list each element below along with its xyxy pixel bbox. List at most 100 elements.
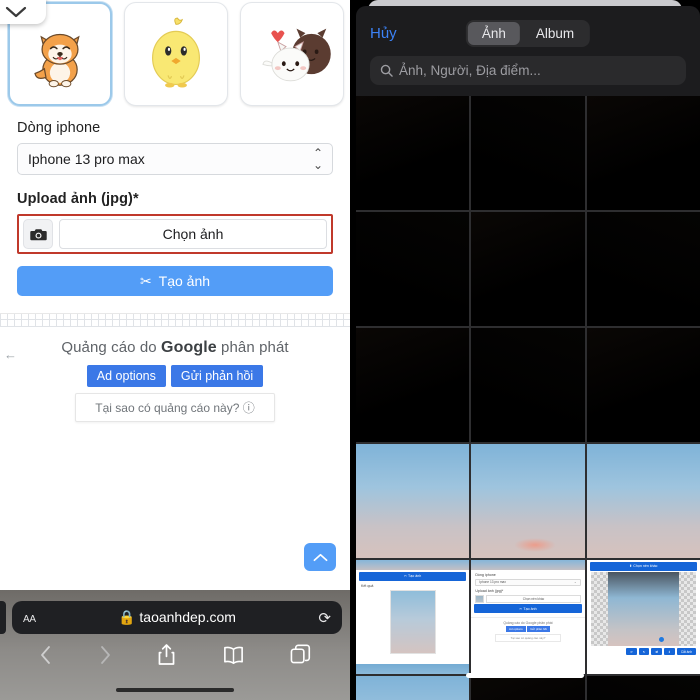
scissors-icon: ✂ (139, 272, 152, 289)
home-indicator-right (466, 673, 584, 678)
cancel-button[interactable]: Hủy (370, 25, 397, 42)
ad-pattern-strip (0, 314, 350, 327)
photo-thumbnail[interactable] (471, 212, 585, 326)
chevron-up-icon (313, 553, 327, 561)
tabs-icon[interactable] (290, 644, 311, 665)
ad-button-row: Ad options Gửi phản hồi (0, 365, 350, 387)
camera-icon (29, 228, 47, 240)
ios-photo-picker-panel: Hủy Ảnh Album Ảnh, Người, Địa điểm... ✂ … (350, 0, 700, 700)
phone-model-value: Iphone 13 pro max (28, 151, 145, 167)
photo-thumbnail-sky[interactable] (586, 444, 700, 558)
thumb-editor-toolbar: ↺ ↻ ⇄ ⇕ Cắt ảnh (591, 648, 696, 655)
photo-thumbnail[interactable] (356, 328, 470, 442)
thumb-upload-row: Chọn nền khác (475, 594, 581, 603)
thumb-editor-canvas (590, 572, 696, 646)
url-bar-row: AA 🔒 taoanhdep.com ⟳ (0, 590, 350, 634)
forward-chevron-icon[interactable] (98, 644, 112, 666)
segment-photos[interactable]: Ảnh (467, 21, 520, 45)
screenshot-root: Dòng iphone Iphone 13 pro max ⌃ ⌄ Upload … (0, 0, 700, 700)
address-bar[interactable]: AA 🔒 taoanhdep.com ⟳ (12, 601, 342, 634)
thumb-ad-block: Quảng cáo do Google phân phát Ad options… (471, 617, 585, 642)
photo-thumbnail[interactable] (586, 96, 700, 210)
upload-row-highlight: Chọn ảnh (17, 214, 333, 254)
ad-title-suffix: phân phát (221, 339, 289, 356)
thumb-editor-photo (607, 572, 680, 646)
ad-feedback-button[interactable]: Gửi phản hồi (170, 365, 264, 387)
url-label: taoanhdep.com (139, 609, 236, 625)
camera-button[interactable] (23, 219, 53, 249)
share-icon[interactable] (157, 643, 176, 666)
thumb-undo-button: ↺ (626, 648, 637, 655)
collapse-dropdown-button[interactable] (0, 0, 46, 24)
create-image-button[interactable]: ✂ Tạo ảnh (17, 266, 333, 296)
reload-icon[interactable]: ⟳ (318, 609, 331, 627)
photo-thumbnail[interactable] (586, 676, 700, 700)
choose-file-button[interactable]: Chọn ảnh (59, 219, 327, 249)
thumb-result-label: Kết quả (361, 583, 374, 588)
shiba-dog-icon (34, 33, 80, 88)
home-indicator-left (116, 688, 234, 692)
safari-web-panel: Dòng iphone Iphone 13 pro max ⌃ ⌄ Upload … (0, 0, 350, 700)
thumb-choose-file: Chọn nền khác (486, 594, 581, 603)
thumb-create-label: Tạo ảnh (523, 606, 537, 611)
thumb-ad-options: Ad options (506, 626, 526, 632)
ad-options-button[interactable]: Ad options (86, 365, 166, 387)
phone-model-label: Dòng iphone (17, 120, 101, 136)
thumb-change-bg-label: Chọn nền khác (633, 564, 658, 568)
photo-thumbnail[interactable] (471, 328, 585, 442)
thumb-bottom-strip (356, 664, 470, 674)
photo-search-input[interactable]: Ảnh, Người, Địa điểm... (370, 56, 686, 85)
picker-header-row: Hủy Ảnh Album (370, 18, 686, 48)
photo-thumbnail-screenshot-form[interactable]: Dòng iphone Iphone 13 pro max ⌄ Upload ả… (471, 560, 585, 674)
upload-form: Dòng iphone Iphone 13 pro max ⌃ ⌄ Upload … (0, 120, 350, 296)
back-chevron-icon[interactable] (39, 644, 53, 666)
cat-bear-icon (262, 28, 331, 82)
thumb-phone-label: Dòng iphone (475, 573, 496, 577)
ad-title-prefix: Quảng cáo do (61, 339, 157, 356)
photo-grid: ✂ Tạo ảnh Kết quả Dòng iphone Iphone 13 … (356, 96, 700, 700)
chevron-updown-icon: ⌃ ⌄ (312, 146, 323, 172)
safari-toolbar: AA 🔒 taoanhdep.com ⟳ (0, 590, 350, 700)
ad-title: Quảng cáo do Google phân phát (0, 339, 350, 357)
thumb-result-image (389, 589, 436, 654)
photo-thumbnail-sky[interactable] (356, 444, 470, 558)
segment-albums[interactable]: Album (522, 22, 588, 45)
book-icon[interactable] (222, 645, 245, 665)
photo-thumbnail-sky[interactable] (356, 676, 470, 700)
thumb-rotate-button: ⇕ (664, 648, 675, 655)
photo-thumbnail[interactable] (356, 96, 470, 210)
upload-label: Upload ảnh (jpg)* (17, 191, 139, 207)
thumb-create-button: ✂ Tạo ảnh (359, 571, 467, 581)
sticker-option-cat-bear[interactable] (240, 2, 344, 106)
create-image-label: Tạo ảnh (158, 273, 211, 289)
ad-why-label: Tại sao có quảng cáo này? (95, 401, 240, 415)
ad-back-arrow-icon[interactable]: ← (4, 347, 17, 362)
sticker-picker-row (8, 2, 344, 106)
thumb-ad-title: Quảng cáo do Google phân phát (503, 620, 553, 625)
google-ad-block: ← Quảng cáo do Google phân phát Ad optio… (0, 313, 350, 581)
phone-model-select[interactable]: Iphone 13 pro max ⌃ ⌄ (17, 143, 333, 175)
sticker-option-chick[interactable] (124, 2, 228, 106)
search-placeholder: Ảnh, Người, Địa điểm... (399, 63, 541, 78)
photo-thumbnail-sky[interactable] (471, 444, 585, 558)
previous-tab-edge[interactable] (0, 601, 6, 634)
thumb-sky-strip (356, 560, 470, 570)
photo-thumbnail-screenshot-editor[interactable]: ⬆ Chọn nền khác ↺ ↻ ⇄ ⇕ Cắt ảnh (586, 560, 700, 674)
ad-why-banner[interactable]: Tại sao có quảng cáo này? ⓘ (75, 393, 275, 422)
thumb-ad-buttons: Ad options Gửi phản hồi (471, 626, 584, 632)
thumb-phone-value: Iphone 13 pro max (479, 580, 506, 584)
photo-thumbnail[interactable] (471, 96, 585, 210)
thumb-ad-why: Tại sao có quảng cáo này? (495, 633, 561, 642)
photo-thumbnail[interactable] (586, 328, 700, 442)
thumb-upload-label: Upload ảnh (jpg)* (475, 588, 504, 593)
photo-thumbnail[interactable] (471, 676, 585, 700)
thumb-chevron-icon: ⌄ (573, 580, 577, 584)
photo-thumbnail[interactable] (586, 212, 700, 326)
photo-thumbnail-screenshot-result[interactable]: ✂ Tạo ảnh Kết quả (356, 560, 470, 674)
thumb-phone-select: Iphone 13 pro max ⌄ (475, 578, 581, 586)
thumb-create-button: ✂ Tạo ảnh (474, 604, 582, 613)
photo-thumbnail[interactable] (356, 212, 470, 326)
google-wordmark: Google (161, 339, 217, 356)
scroll-to-top-button[interactable] (304, 543, 336, 571)
thumb-apply-crop-button: Cắt ảnh (676, 648, 696, 655)
